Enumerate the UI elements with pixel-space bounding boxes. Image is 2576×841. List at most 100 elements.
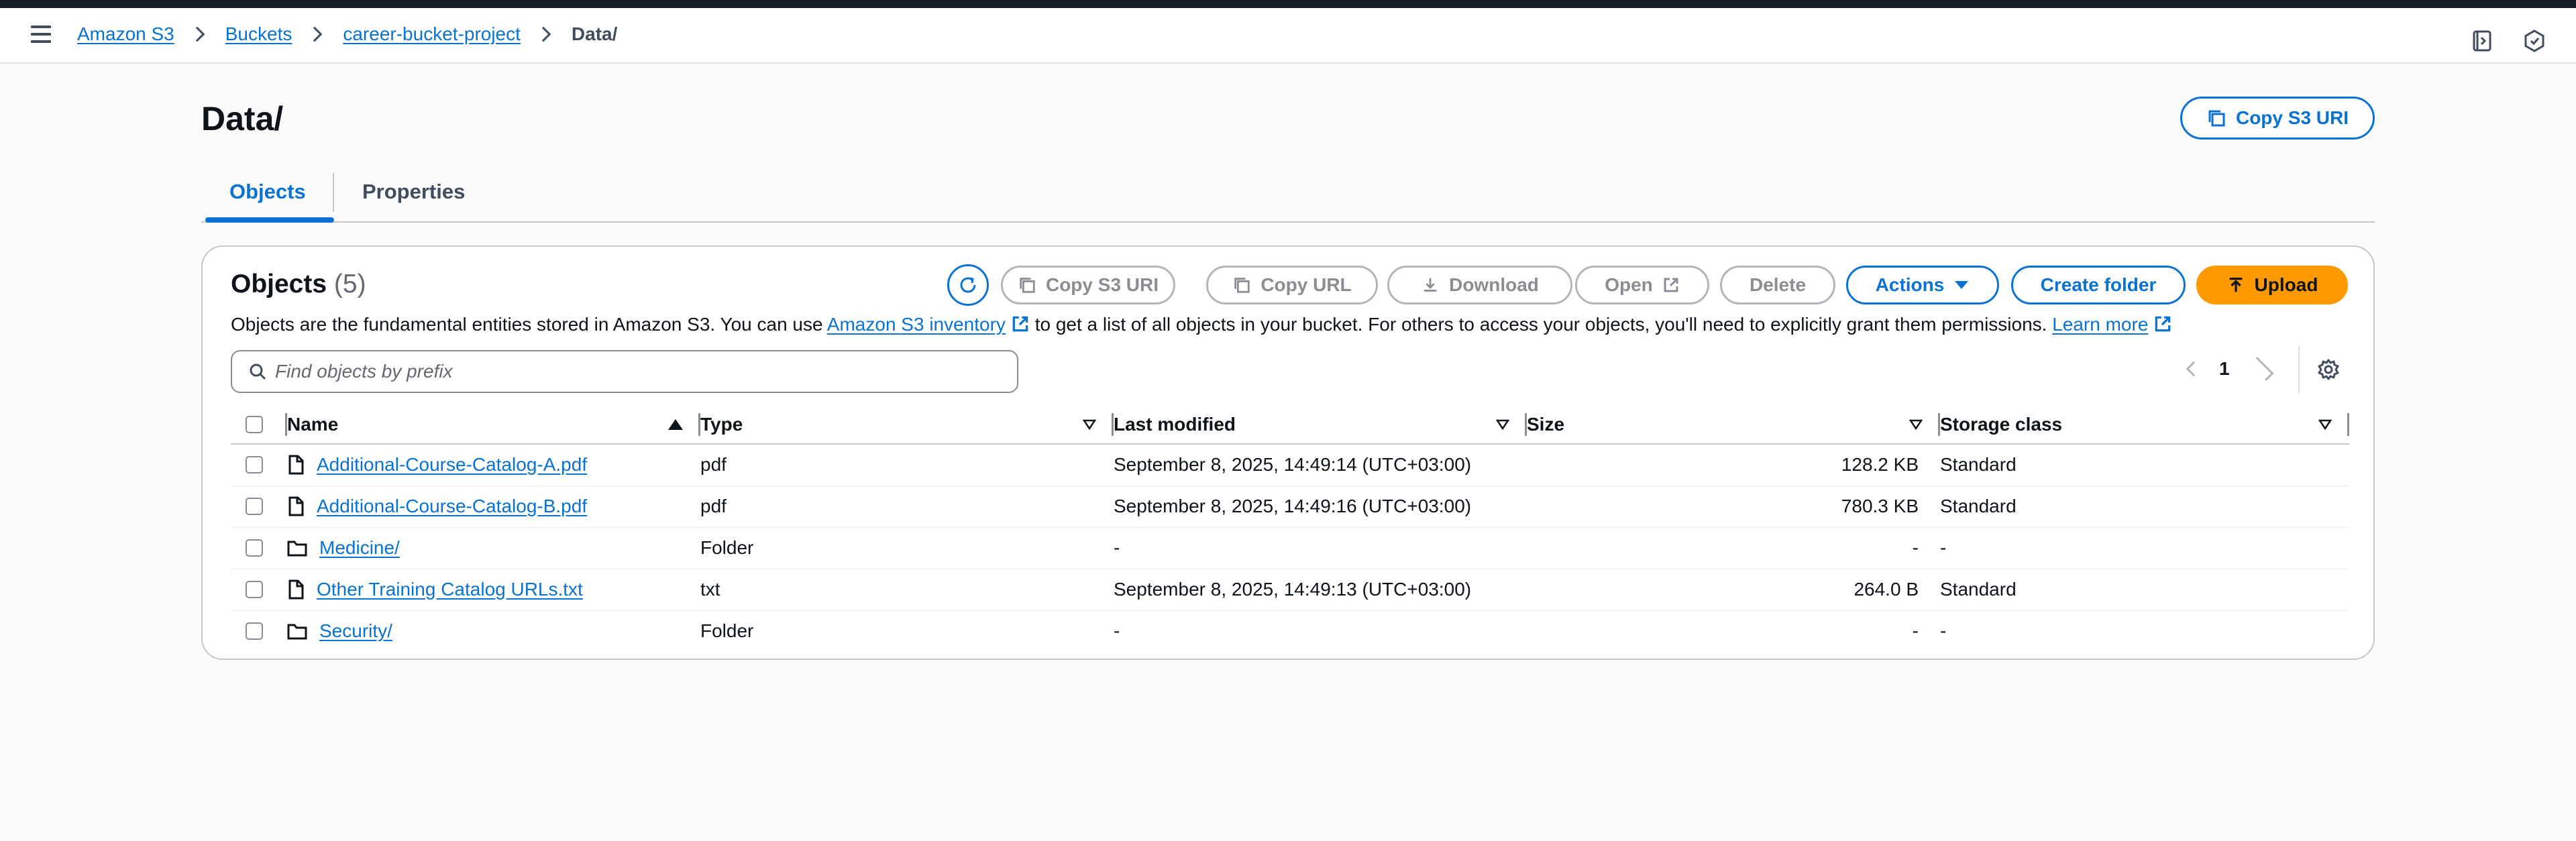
row-checkbox[interactable] — [246, 581, 263, 598]
sort-descending-icon[interactable] — [1083, 419, 1096, 430]
column-header-storage-class[interactable]: Storage class — [1940, 405, 2349, 445]
active-tab-indicator — [205, 217, 334, 223]
object-name-link[interactable]: Medicine/ — [319, 537, 400, 559]
object-name-link[interactable]: Additional-Course-Catalog-A.pdf — [317, 454, 587, 475]
objects-panel: Objects (5) Copy S3 URI Copy URL Downloa… — [201, 245, 2375, 660]
column-header-name-label: Name — [287, 413, 339, 435]
download-icon — [1424, 278, 1437, 292]
description-text-2: to get a list of all objects in your buc… — [1029, 314, 2053, 335]
copy-icon — [1020, 278, 1035, 293]
search-input[interactable] — [275, 361, 1000, 382]
table-row[interactable]: Other Training Catalog URLs.txt txt Sept… — [231, 569, 2349, 611]
actions-dropdown-button[interactable]: Actions — [1846, 266, 1999, 304]
search-icon — [250, 363, 266, 380]
row-checkbox[interactable] — [246, 539, 263, 557]
object-name-link[interactable]: Security/ — [319, 620, 392, 642]
sort-descending-icon[interactable] — [2318, 419, 2332, 430]
page-title: Data/ — [201, 100, 284, 137]
object-name-link[interactable]: Additional-Course-Catalog-B.pdf — [317, 496, 587, 517]
object-last-modified: September 8, 2025, 14:49:14 (UTC+03:00) — [1114, 444, 1527, 486]
description-text-1: Objects are the fundamental entities sto… — [231, 314, 827, 335]
column-header-name[interactable]: Name — [287, 405, 700, 445]
create-folder-label: Create folder — [2040, 274, 2157, 295]
sort-descending-icon[interactable] — [1909, 419, 1923, 430]
next-page-icon[interactable] — [2249, 356, 2274, 382]
copy-icon — [1234, 278, 1250, 293]
delete-label: Delete — [1749, 274, 1807, 295]
refresh-button[interactable] — [947, 264, 989, 306]
breadcrumb-amazon-s3[interactable]: Amazon S3 — [77, 23, 174, 45]
objects-title: Objects — [231, 270, 327, 298]
table-row[interactable]: Additional-Course-Catalog-B.pdf pdf Sept… — [231, 486, 2349, 528]
copy-s3-uri-header-button[interactable]: Copy S3 URI — [2180, 97, 2375, 139]
info-panel-icon[interactable] — [2471, 30, 2493, 52]
current-page-number[interactable]: 1 — [2219, 358, 2230, 380]
folder-icon — [287, 541, 307, 557]
object-size: 128.2 KB — [1527, 444, 1940, 486]
object-size: - — [1912, 620, 1919, 642]
tab-properties[interactable]: Properties — [362, 180, 465, 204]
row-checkbox[interactable] — [246, 622, 263, 640]
pagination: 1 — [2186, 356, 2274, 382]
create-folder-button[interactable]: Create folder — [2011, 266, 2186, 304]
object-storage-class: Standard — [1940, 486, 2349, 528]
s3-inventory-link[interactable]: Amazon S3 inventory — [827, 314, 1006, 335]
copy-s3-uri-label: Copy S3 URI — [2235, 107, 2349, 128]
object-type: pdf — [700, 486, 1114, 528]
download-label: Download — [1449, 274, 1539, 295]
column-header-size[interactable]: Size — [1527, 405, 1940, 445]
breadcrumb-chevron-icon — [535, 26, 551, 42]
tab-bar: Objects Properties — [201, 173, 2375, 223]
column-header-last-modified[interactable]: Last modified — [1114, 405, 1527, 445]
select-all-checkbox[interactable] — [246, 415, 263, 433]
tab-objects[interactable]: Objects — [229, 180, 306, 204]
pager-divider — [2298, 346, 2300, 393]
table-header-row: Name Type Last modified Size Storage cla… — [231, 405, 2349, 445]
external-link-icon[interactable] — [1011, 315, 1030, 333]
object-last-modified: - — [1114, 620, 1120, 642]
learn-more-link[interactable]: Learn more — [2052, 314, 2148, 335]
select-all-header — [231, 405, 287, 445]
copy-s3-uri-button[interactable]: Copy S3 URI — [1001, 266, 1175, 304]
tab-divider — [333, 173, 334, 212]
object-type: Folder — [700, 527, 1114, 569]
upload-label: Upload — [2254, 274, 2318, 295]
table-row[interactable]: Security/ Folder - - - — [231, 610, 2349, 652]
search-box[interactable] — [231, 350, 1018, 393]
object-name-link[interactable]: Other Training Catalog URLs.txt — [317, 579, 583, 600]
breadcrumb: Amazon S3 Buckets career-bucket-project … — [77, 23, 617, 45]
folder-icon — [287, 624, 307, 640]
column-header-type[interactable]: Type — [700, 405, 1114, 445]
external-link-icon — [1664, 278, 1678, 292]
table-row[interactable]: Medicine/ Folder - - - — [231, 527, 2349, 569]
file-icon — [288, 579, 304, 600]
delete-button[interactable]: Delete — [1720, 266, 1835, 304]
breadcrumb-buckets[interactable]: Buckets — [225, 23, 292, 45]
previous-page-icon[interactable] — [2186, 361, 2202, 377]
column-separator[interactable] — [2347, 413, 2349, 436]
top-dark-bar — [0, 0, 2576, 8]
file-icon — [288, 455, 304, 475]
table-row[interactable]: Additional-Course-Catalog-A.pdf pdf Sept… — [231, 444, 2349, 486]
upload-button[interactable]: Upload — [2196, 266, 2348, 304]
breadcrumb-bucket[interactable]: career-bucket-project — [343, 23, 521, 45]
object-type: Folder — [700, 620, 754, 642]
download-button[interactable]: Download — [1387, 266, 1572, 304]
actions-label: Actions — [1875, 274, 1945, 295]
row-checkbox[interactable] — [246, 498, 263, 515]
upload-icon — [2229, 278, 2242, 292]
column-header-size-label: Size — [1527, 413, 1565, 435]
row-checkbox[interactable] — [246, 456, 263, 474]
refresh-icon — [960, 277, 976, 293]
open-button[interactable]: Open — [1575, 266, 1709, 304]
menu-icon[interactable] — [30, 25, 52, 46]
object-storage-class: - — [1940, 620, 1947, 642]
sort-ascending-icon[interactable] — [668, 418, 683, 430]
copy-url-button[interactable]: Copy URL — [1206, 266, 1378, 304]
gear-icon[interactable] — [2317, 358, 2340, 381]
settings-hexagon-icon[interactable] — [2523, 30, 2546, 52]
sort-descending-icon[interactable] — [1496, 419, 1509, 430]
object-size: - — [1527, 527, 1940, 569]
object-last-modified: September 8, 2025, 14:49:16 (UTC+03:00) — [1114, 486, 1527, 528]
external-link-icon[interactable] — [2153, 315, 2172, 333]
